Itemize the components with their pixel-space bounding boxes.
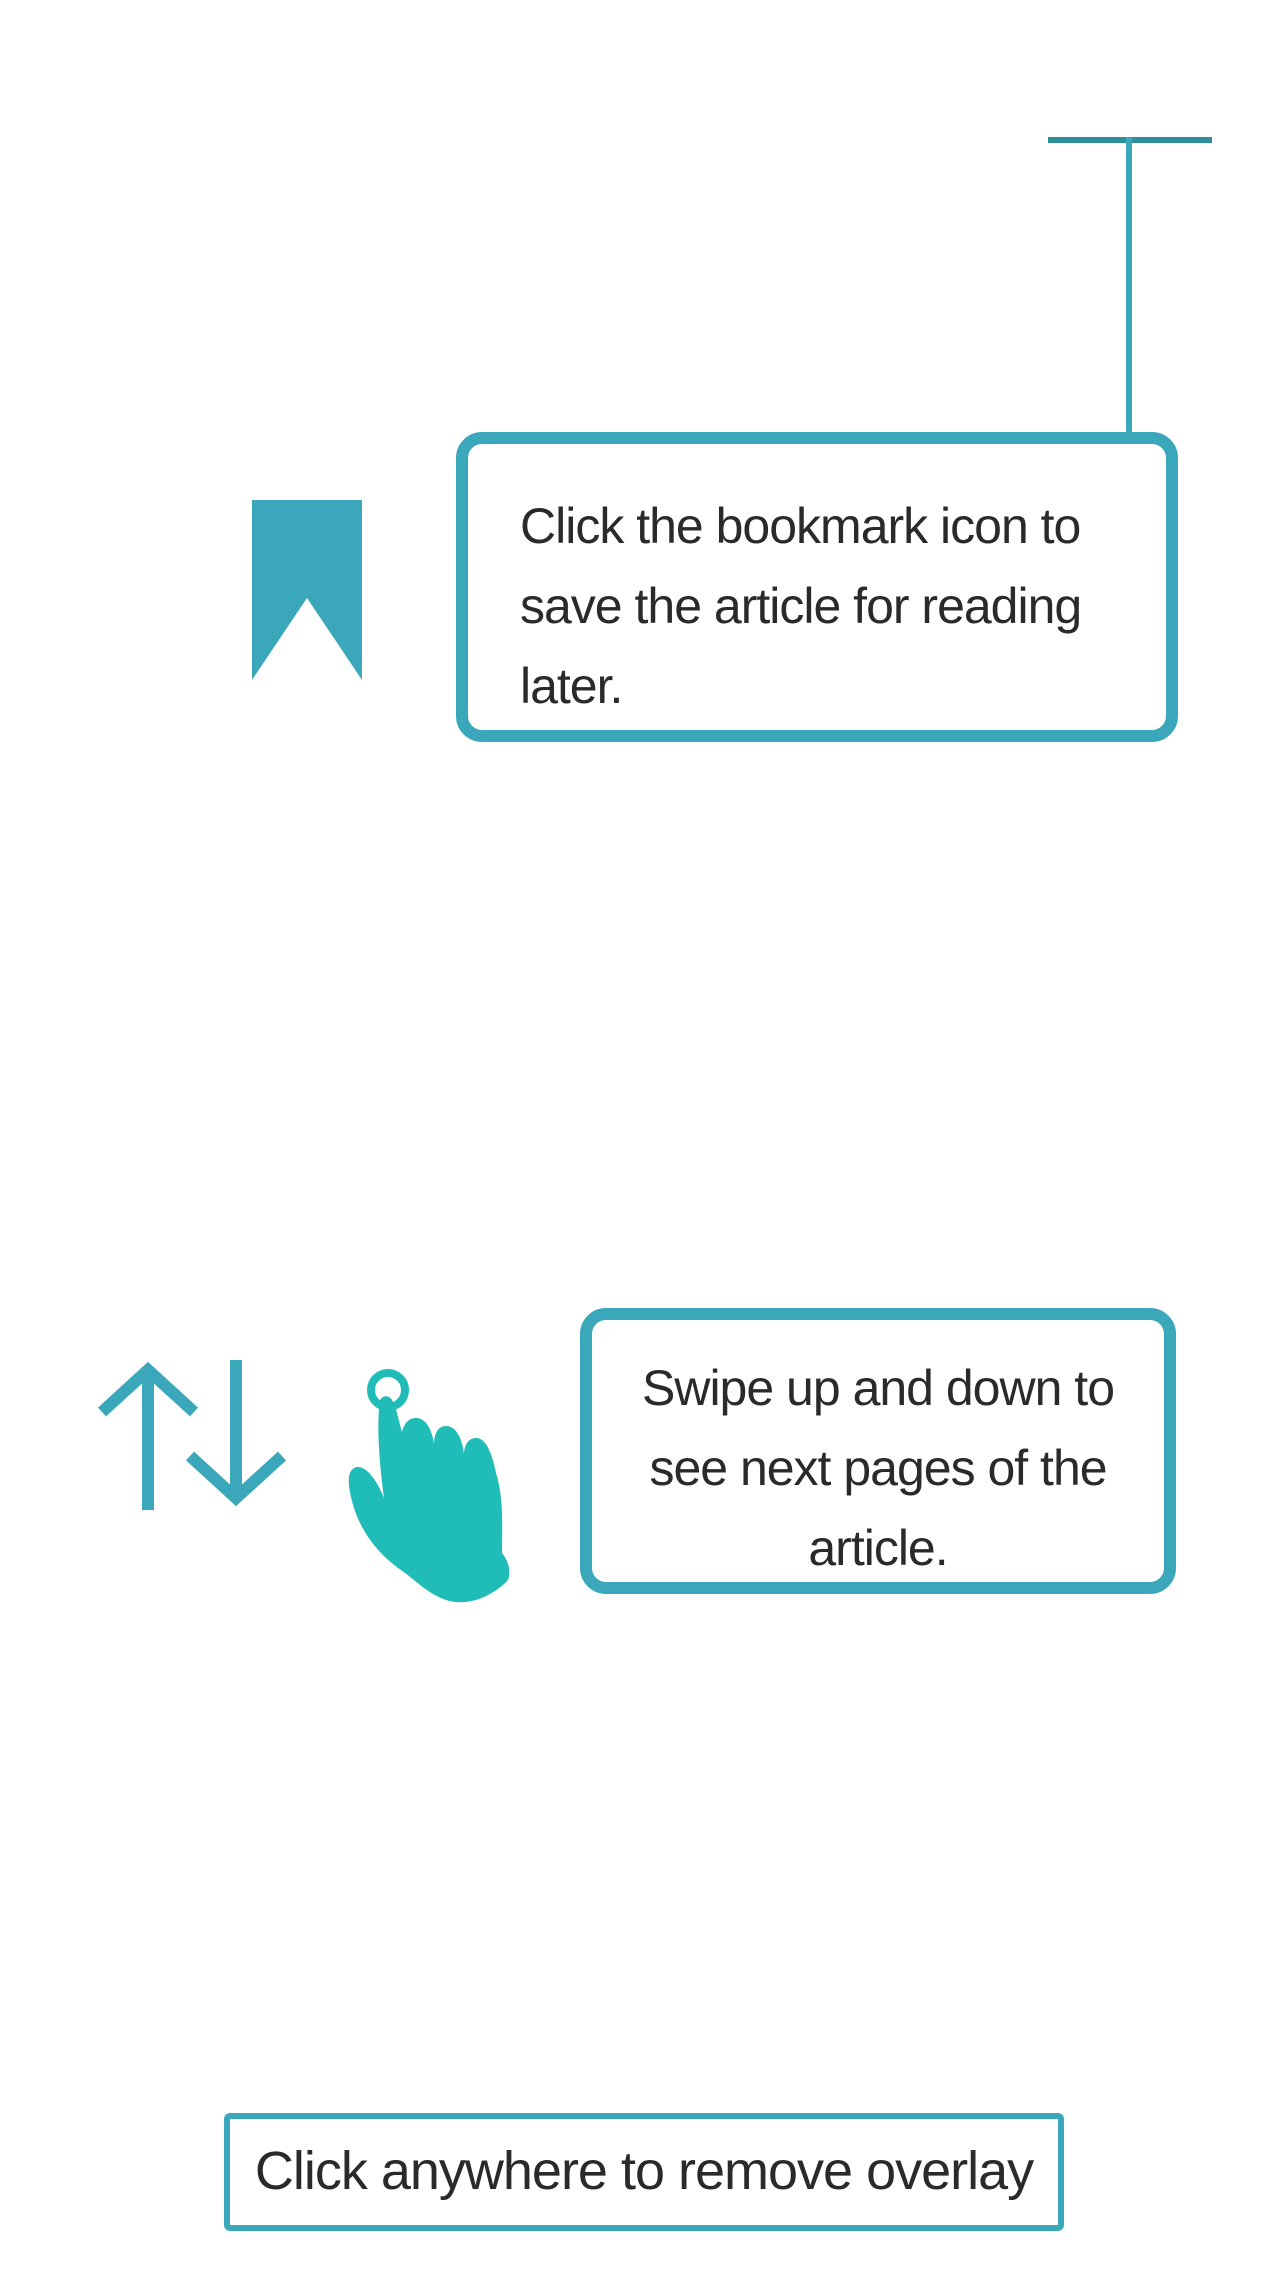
- pointer-line-vertical: [1126, 137, 1132, 437]
- tap-hand-icon: [348, 1369, 510, 1603]
- bookmark-icon: [252, 500, 362, 680]
- bookmark-tip-callout: Click the bookmark icon to save the arti…: [456, 432, 1178, 742]
- dismiss-overlay-label: Click anywhere to remove overlay: [254, 2141, 1034, 2201]
- swipe-tip-text: Swipe up and down to see next pages of t…: [641, 1360, 1115, 1576]
- dismiss-overlay-button[interactable]: Click anywhere to remove overlay: [224, 2113, 1064, 2231]
- swipe-tip-callout: Swipe up and down to see next pages of t…: [580, 1308, 1176, 1594]
- bookmark-tip-text: Click the bookmark icon to save the arti…: [520, 498, 1082, 714]
- tutorial-overlay[interactable]: Click the bookmark icon to save the arti…: [0, 0, 1280, 2272]
- swipe-arrows-icon: [97, 1360, 286, 1510]
